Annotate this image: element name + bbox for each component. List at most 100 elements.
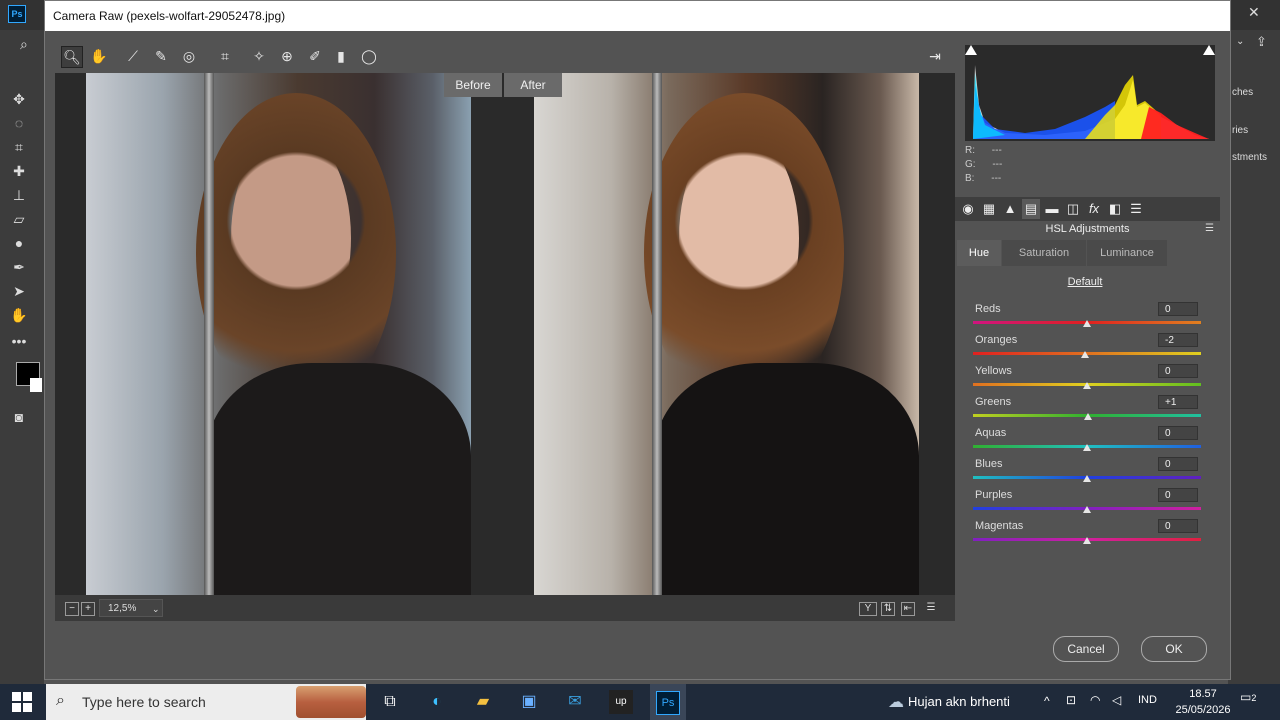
blur-tool-icon[interactable]: ● (10, 234, 28, 252)
color-sampler-icon[interactable]: ✎ (151, 46, 171, 66)
slider-value-magentas[interactable]: 0 (1158, 519, 1198, 533)
pen-tool-icon[interactable]: ✒ (10, 258, 28, 276)
ok-button[interactable]: OK (1141, 636, 1207, 662)
shadow-clipping-icon[interactable] (965, 45, 977, 55)
camera-calibration-icon[interactable]: ◧ (1106, 199, 1124, 219)
panel-title: HSL Adjustments (1045, 223, 1130, 235)
background-color-swatch[interactable] (30, 378, 42, 392)
zoom-out-icon[interactable]: − (65, 602, 79, 616)
tone-curve-icon[interactable]: ▦ (980, 199, 998, 219)
weather-icon[interactable]: ☁ (888, 692, 908, 712)
lens-corrections-icon[interactable]: ◫ (1064, 199, 1082, 219)
volume-icon[interactable]: ◁ (1112, 693, 1126, 707)
app-icon[interactable]: up (609, 690, 633, 714)
b-value: --- (991, 173, 1002, 184)
split-toning-icon[interactable]: ▬ (1043, 199, 1061, 219)
open-preferences-icon[interactable]: ⇥ (925, 46, 945, 66)
mail-icon[interactable]: ✉ (563, 690, 587, 714)
hsl-icon[interactable]: ▤ (1022, 199, 1040, 219)
wifi-icon[interactable]: ◠ (1090, 693, 1104, 707)
panel-label-libraries[interactable]: ries (1232, 125, 1248, 136)
slider-value-blues[interactable]: 0 (1158, 457, 1198, 471)
image-preview-area[interactable]: Before After (55, 73, 955, 595)
windows-start-icon[interactable] (12, 692, 32, 712)
detail-icon[interactable]: ▲ (1001, 199, 1019, 219)
panel-menu-icon[interactable]: ☰ (1205, 223, 1217, 235)
white-balance-icon[interactable]: ⟋ (123, 46, 143, 66)
adjustment-brush-icon[interactable]: ✐ (305, 46, 325, 66)
clock[interactable]: 18.57 25/05/2026 (1172, 686, 1234, 718)
highlight-clipping-icon[interactable] (1203, 45, 1215, 55)
stamp-tool-icon[interactable]: ⊥ (10, 186, 28, 204)
taskbar-search-box[interactable]: ⌕ Type here to search (46, 684, 366, 720)
healing-brush-icon[interactable]: ✚ (10, 162, 28, 180)
chevron-down-icon[interactable]: ⌄ (1236, 36, 1248, 52)
tab-hue[interactable]: Hue (957, 240, 1001, 266)
slider-thumb-oranges[interactable] (1081, 351, 1089, 358)
before-image (86, 73, 471, 595)
zoom-icon[interactable]: 🔍︎ (61, 46, 83, 68)
slider-thumb-aquas[interactable] (1083, 444, 1091, 451)
targeted-adjustment-icon[interactable]: ◎ (179, 46, 199, 66)
slider-thumb-magentas[interactable] (1083, 537, 1091, 544)
language-indicator[interactable]: IND (1138, 694, 1157, 706)
hand-icon[interactable]: ✋ (89, 46, 109, 66)
slider-thumb-purples[interactable] (1083, 506, 1091, 513)
zoom-level-select[interactable]: 12,5% ⌄ (99, 599, 163, 617)
slider-value-oranges[interactable]: -2 (1158, 333, 1198, 347)
graduated-filter-icon[interactable]: ▮ (331, 46, 351, 66)
radial-filter-icon[interactable]: ◯ (359, 46, 379, 66)
effects-icon[interactable]: fx (1085, 199, 1103, 219)
slider-thumb-greens[interactable] (1084, 413, 1092, 420)
slider-thumb-yellows[interactable] (1083, 382, 1091, 389)
default-link[interactable]: Default (1055, 276, 1115, 288)
hsl-tabs: Hue Saturation Luminance (957, 240, 1197, 266)
spot-removal-icon[interactable]: ✧ (249, 46, 269, 66)
notification-icon[interactable]: ▭2 (1240, 690, 1266, 714)
quick-mask-icon[interactable]: ◙ (10, 408, 28, 426)
file-explorer-icon[interactable]: ▰ (471, 690, 495, 714)
before-after-view-icon[interactable]: Y (859, 602, 877, 616)
window-close-icon[interactable]: ✕ (1248, 4, 1262, 20)
photoshop-taskbar-icon[interactable]: Ps (650, 684, 686, 720)
crop-tool-icon[interactable]: ⌗ (10, 138, 28, 156)
view-settings-icon[interactable]: ☰ (925, 602, 937, 614)
move-tool-icon[interactable]: ✥ (10, 90, 28, 108)
zoom-in-icon[interactable]: + (81, 602, 95, 616)
slider-value-yellows[interactable]: 0 (1158, 364, 1198, 378)
cancel-button[interactable]: Cancel (1053, 636, 1119, 662)
slider-value-purples[interactable]: 0 (1158, 488, 1198, 502)
hand-tool-icon[interactable]: ✋ (10, 306, 28, 324)
tab-luminance[interactable]: Luminance (1087, 240, 1167, 266)
select-tool-icon[interactable]: ➤ (10, 282, 28, 300)
panel-tab-bar: ◉ ▦ ▲ ▤ ▬ ◫ fx ◧ ☰ (955, 197, 1220, 221)
panel-label-swatches[interactable]: ches (1232, 87, 1253, 98)
store-icon[interactable]: ▣ (517, 690, 541, 714)
eraser-tool-icon[interactable]: ▱ (10, 210, 28, 228)
slider-label-aquas: Aquas (975, 427, 1007, 439)
share-icon[interactable]: ⇪ (1256, 34, 1272, 50)
slider-label-magentas: Magentas (975, 520, 1024, 532)
basic-icon[interactable]: ◉ (959, 199, 977, 219)
presets-icon[interactable]: ☰ (1127, 199, 1145, 219)
task-view-icon[interactable]: ⧉ (378, 690, 402, 714)
copy-settings-icon[interactable]: ⇤ (901, 602, 915, 616)
weather-text[interactable]: Hujan akn brhenti (908, 694, 1010, 709)
tab-saturation[interactable]: Saturation (1002, 240, 1086, 266)
slider-thumb-blues[interactable] (1083, 475, 1091, 482)
swap-before-after-icon[interactable]: ⇅ (881, 602, 895, 616)
slider-value-greens[interactable]: +1 (1158, 395, 1198, 409)
slider-thumb-reds[interactable] (1083, 320, 1091, 327)
crop-icon[interactable]: ⌗ (215, 46, 235, 66)
panel-label-adjustments[interactable]: stments (1232, 152, 1267, 163)
red-eye-icon[interactable]: ⊕ (277, 46, 297, 66)
slider-value-aquas[interactable]: 0 (1158, 426, 1198, 440)
slider-value-reds[interactable]: 0 (1158, 302, 1198, 316)
search-highlight-image (296, 686, 366, 718)
edge-icon[interactable]: ◐ (425, 690, 449, 714)
chevron-up-icon[interactable]: ^ (1044, 694, 1058, 708)
more-tools-icon[interactable]: ••• (10, 332, 28, 350)
device-icon[interactable]: ⊡ (1066, 693, 1080, 707)
search-icon[interactable]: ⌕ (20, 36, 36, 52)
lasso-tool-icon[interactable]: ◌ (10, 114, 28, 132)
